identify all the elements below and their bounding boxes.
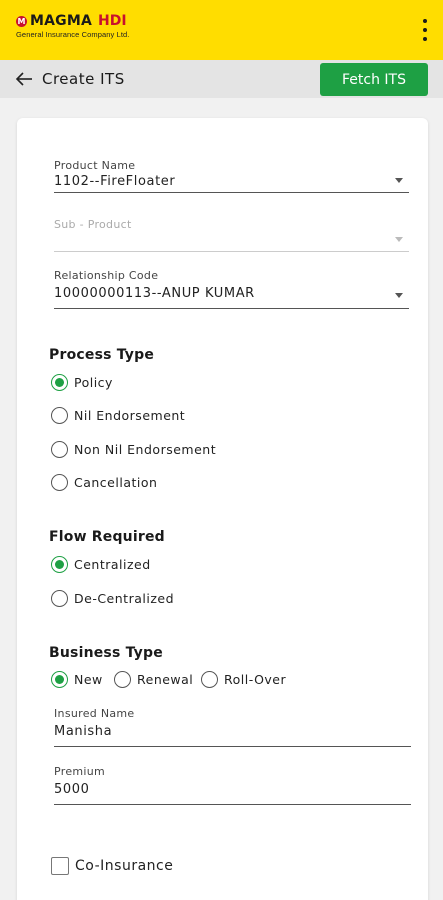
brand-subtitle: General Insurance Company Ltd. [16,30,130,39]
business-type-title: Business Type [49,645,163,661]
insured-name-value[interactable]: Manisha [54,724,411,739]
chevron-down-icon [395,178,403,183]
field-underline [54,746,411,747]
radio-label: De-Centralized [74,591,174,606]
brand-mark-icon: M [16,15,27,27]
insured-name-field[interactable]: Insured Name Manisha [54,707,411,747]
brand-name-hdi: HDI [98,13,127,29]
radio-new[interactable]: New [51,671,103,688]
relationship-code-value: 10000000113--ANUP KUMAR [54,286,255,301]
field-underline [54,192,409,193]
radio-label: New [74,672,103,687]
premium-field[interactable]: Premium 5000 [54,765,411,805]
field-underline [54,308,409,309]
sub-product-dropdown[interactable]: Sub - Product [54,218,409,252]
product-name-dropdown[interactable]: Product Name 1102--FireFloater [54,159,409,193]
kebab-menu-icon[interactable] [419,16,431,44]
radio-unselected-icon[interactable] [51,590,68,607]
product-name-value: 1102--FireFloater [54,174,176,189]
radio-centralized[interactable]: Centralized [51,556,151,573]
flow-required-title: Flow Required [49,529,165,545]
relationship-code-dropdown[interactable]: Relationship Code 10000000113--ANUP KUMA… [54,269,409,309]
fetch-its-button[interactable]: Fetch ITS [320,63,428,96]
radio-label: Non Nil Endorsement [74,442,217,457]
radio-label: Centralized [74,557,151,572]
chevron-down-icon [395,237,403,242]
radio-selected-icon[interactable] [51,556,68,573]
field-underline [54,251,409,252]
radio-unselected-icon[interactable] [51,474,68,491]
premium-value[interactable]: 5000 [54,782,411,797]
arrow-left-icon[interactable] [14,71,34,87]
radio-non-nil-endorsement[interactable]: Non Nil Endorsement [51,441,216,458]
radio-label: Roll-Over [224,672,287,687]
radio-unselected-icon[interactable] [51,441,68,458]
radio-roll-over[interactable]: Roll-Over [201,671,286,688]
form-card: Product Name 1102--FireFloater Sub - Pro… [17,118,428,900]
radio-policy[interactable]: Policy [51,374,113,391]
relationship-code-label: Relationship Code [54,269,159,282]
radio-de-centralized[interactable]: De-Centralized [51,590,174,607]
radio-label: Cancellation [74,475,158,490]
radio-label: Policy [74,375,113,390]
checkbox-unchecked-icon[interactable] [51,857,69,875]
brand-name-magma: MAGMA [30,13,93,29]
radio-unselected-icon[interactable] [114,671,131,688]
app-header: M MAGMA HDI General Insurance Company Lt… [0,0,443,60]
radio-selected-icon[interactable] [51,374,68,391]
radio-label: Renewal [137,672,194,687]
process-type-title: Process Type [49,347,155,363]
radio-unselected-icon[interactable] [201,671,218,688]
co-insurance-label: Co-Insurance [75,858,174,874]
chevron-down-icon [395,293,403,298]
field-underline [54,804,411,805]
brand-logo: M MAGMA HDI General Insurance Company Lt… [16,13,129,39]
radio-nil-endorsement[interactable]: Nil Endorsement [51,407,185,424]
radio-renewal[interactable]: Renewal [114,671,193,688]
radio-cancellation[interactable]: Cancellation [51,474,157,491]
radio-label: Nil Endorsement [74,408,186,423]
co-insurance-checkbox-row[interactable]: Co-Insurance [51,857,173,875]
sub-product-label: Sub - Product [54,218,132,231]
insured-name-label: Insured Name [54,707,135,720]
page-title: Create ITS [42,70,125,88]
product-name-label: Product Name [54,159,136,172]
premium-label: Premium [54,765,106,778]
radio-selected-icon[interactable] [51,671,68,688]
radio-unselected-icon[interactable] [51,407,68,424]
